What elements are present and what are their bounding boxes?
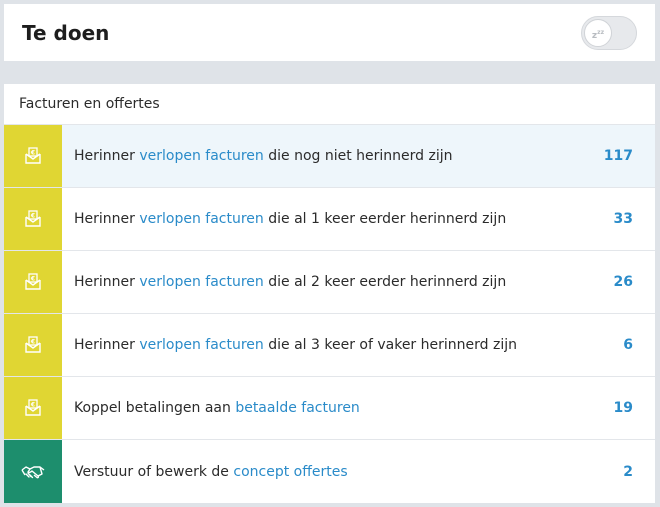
- panel-title: Facturen en offertes: [4, 84, 655, 125]
- task-row[interactable]: € Herinner verlopen facturen die al 2 ke…: [4, 251, 655, 314]
- snooze-toggle[interactable]: zzz: [581, 15, 637, 50]
- snooze-knob[interactable]: zzz: [584, 18, 612, 47]
- task-link[interactable]: verlopen facturen: [139, 211, 263, 227]
- envelope-euro-icon: €: [25, 147, 41, 164]
- invoices-quotes-panel: Facturen en offertes € Herinner verlopen…: [4, 84, 655, 503]
- envelope-euro-icon: €: [25, 273, 41, 290]
- task-text: Verstuur of bewerk de concept offertes: [62, 464, 585, 480]
- task-count[interactable]: 6: [585, 337, 655, 353]
- row-icon-box: €: [4, 314, 62, 376]
- task-prefix: Herinner: [74, 337, 140, 353]
- row-icon-box: €: [4, 251, 62, 313]
- task-suffix: die nog niet herinnerd zijn: [263, 148, 453, 164]
- task-prefix: Herinner: [74, 211, 140, 227]
- svg-text:€: €: [30, 213, 35, 220]
- svg-text:€: €: [30, 276, 35, 283]
- handshake-icon: [21, 465, 45, 478]
- envelope-euro-icon: €: [25, 210, 41, 227]
- svg-text:€: €: [30, 150, 35, 157]
- row-icon-box: €: [4, 125, 62, 187]
- task-prefix: Herinner: [74, 274, 140, 290]
- task-suffix: die al 2 keer eerder herinnerd zijn: [263, 274, 507, 290]
- task-prefix: Koppel betalingen aan: [74, 400, 236, 416]
- task-prefix: Verstuur of bewerk de: [74, 463, 234, 480]
- svg-text:€: €: [30, 402, 35, 409]
- task-row[interactable]: € Herinner verlopen facturen die al 3 ke…: [4, 314, 655, 377]
- row-icon-box: €: [4, 188, 62, 250]
- task-row[interactable]: € Koppel betalingen aan betaalde facture…: [4, 377, 655, 440]
- task-count[interactable]: 117: [585, 148, 655, 164]
- row-icon-box: [4, 440, 62, 503]
- task-row[interactable]: Verstuur of bewerk de concept offertes 2: [4, 440, 655, 503]
- task-suffix: die al 3 keer of vaker herinnerd zijn: [263, 337, 517, 353]
- task-link[interactable]: verlopen facturen: [139, 337, 263, 353]
- envelope-euro-icon: €: [25, 336, 41, 353]
- task-text: Herinner verlopen facturen die al 1 keer…: [62, 211, 585, 227]
- row-icon-box: €: [4, 377, 62, 439]
- task-prefix: Herinner: [74, 148, 140, 164]
- svg-text:€: €: [30, 339, 35, 346]
- snooze-icon: zzz: [591, 28, 605, 41]
- task-link[interactable]: verlopen facturen: [139, 274, 263, 290]
- task-text: Herinner verlopen facturen die al 2 keer…: [62, 274, 585, 290]
- task-text: Koppel betalingen aan betaalde facturen: [62, 400, 585, 416]
- envelope-euro-icon: €: [25, 399, 41, 416]
- task-count[interactable]: 26: [585, 274, 655, 290]
- task-count[interactable]: 19: [585, 400, 655, 416]
- task-count[interactable]: 33: [585, 211, 655, 227]
- task-row[interactable]: € Herinner verlopen facturen die nog nie…: [4, 125, 655, 188]
- page-title: Te doen: [22, 20, 110, 45]
- task-row[interactable]: € Herinner verlopen facturen die al 1 ke…: [4, 188, 655, 251]
- task-text: Herinner verlopen facturen die al 3 keer…: [62, 337, 585, 353]
- task-link[interactable]: concept offertes: [233, 464, 347, 480]
- task-link[interactable]: verlopen facturen: [139, 148, 263, 164]
- task-count[interactable]: 2: [585, 464, 655, 480]
- todo-header: Te doen zzz: [4, 4, 655, 61]
- task-link[interactable]: betaalde facturen: [235, 400, 360, 416]
- task-text: Herinner verlopen facturen die nog niet …: [62, 148, 585, 164]
- task-suffix: die al 1 keer eerder herinnerd zijn: [263, 211, 507, 227]
